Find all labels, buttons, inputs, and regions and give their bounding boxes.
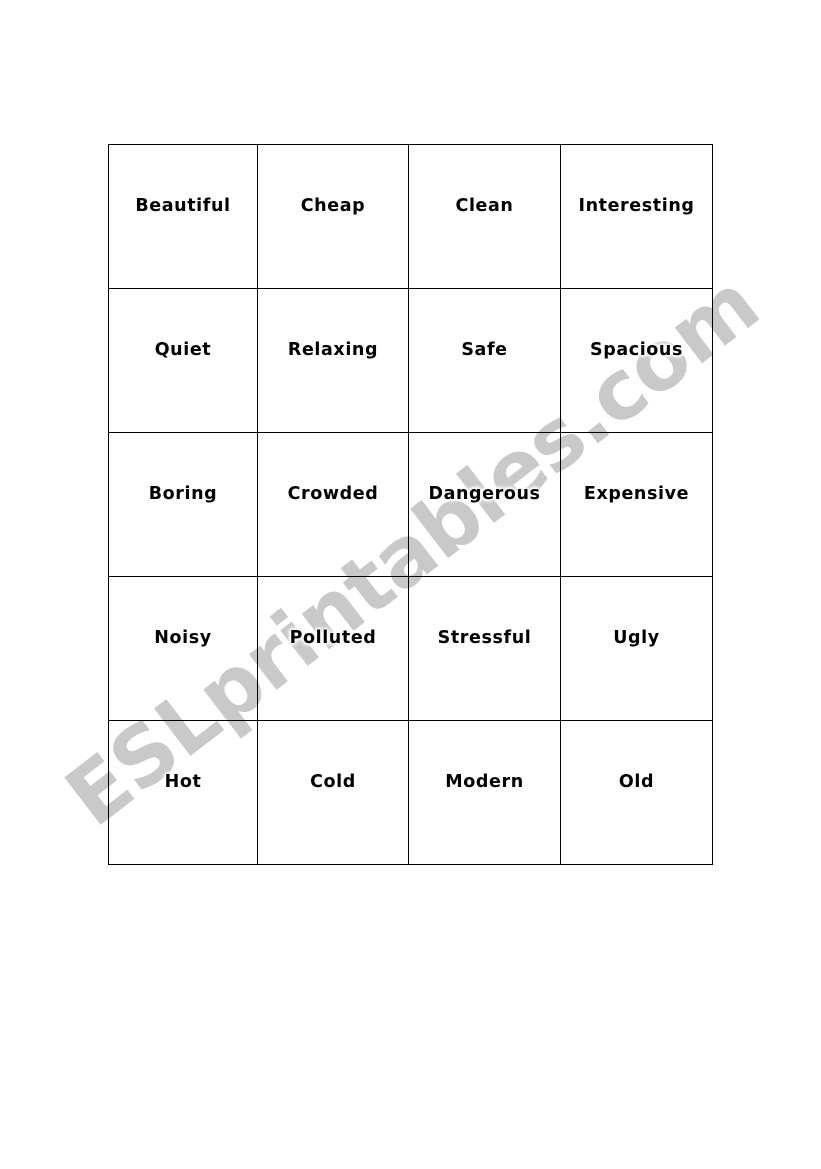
word-card-label: Relaxing <box>287 339 379 360</box>
word-card[interactable]: Spacious <box>560 288 713 433</box>
word-card-label: Cheap <box>300 195 366 216</box>
word-card-label: Dangerous <box>428 483 541 504</box>
table-row: Beautiful Cheap Clean Interesting <box>108 144 713 289</box>
word-card-label: Quiet <box>154 339 212 360</box>
word-card-label: Spacious <box>589 339 683 360</box>
word-card[interactable]: Ugly <box>560 576 713 721</box>
word-card[interactable]: Interesting <box>560 144 713 289</box>
word-card[interactable]: Crowded <box>257 432 409 577</box>
word-card-label: Safe <box>461 339 508 360</box>
word-card[interactable]: Relaxing <box>257 288 409 433</box>
word-card-label: Interesting <box>578 195 695 216</box>
word-card-label: Cold <box>310 771 356 792</box>
word-card[interactable]: Safe <box>408 288 561 433</box>
word-card[interactable]: Boring <box>108 432 258 577</box>
word-card-label: Stressful <box>437 627 532 648</box>
word-card[interactable]: Dangerous <box>408 432 561 577</box>
word-card-label: Noisy <box>154 627 212 648</box>
word-card-label: Modern <box>445 771 524 792</box>
word-card-label: Crowded <box>287 483 379 504</box>
word-card[interactable]: Polluted <box>257 576 409 721</box>
table-row: Hot Cold Modern Old <box>108 720 713 865</box>
table-row: Boring Crowded Dangerous Expensive <box>108 432 713 577</box>
word-card[interactable]: Stressful <box>408 576 561 721</box>
word-card-label: Boring <box>148 483 218 504</box>
word-card[interactable]: Beautiful <box>108 144 258 289</box>
word-card[interactable]: Cheap <box>257 144 409 289</box>
word-card[interactable]: Hot <box>108 720 258 865</box>
word-card[interactable]: Expensive <box>560 432 713 577</box>
word-card[interactable]: Cold <box>257 720 409 865</box>
word-card[interactable]: Modern <box>408 720 561 865</box>
word-card-label: Ugly <box>613 627 660 648</box>
word-card-label: Expensive <box>583 483 690 504</box>
worksheet-page: ESLprintables.com Beautiful Cheap Clean … <box>0 0 821 1169</box>
word-card-label: Polluted <box>289 627 377 648</box>
word-card[interactable]: Noisy <box>108 576 258 721</box>
word-card[interactable]: Old <box>560 720 713 865</box>
word-card-label: Beautiful <box>135 195 231 216</box>
table-row: Quiet Relaxing Safe Spacious <box>108 288 713 433</box>
word-card-label: Old <box>618 771 655 792</box>
word-card-table: Beautiful Cheap Clean Interesting Quiet … <box>108 144 713 865</box>
word-card[interactable]: Clean <box>408 144 561 289</box>
word-card-label: Hot <box>164 771 202 792</box>
word-card-label: Clean <box>455 195 514 216</box>
word-card[interactable]: Quiet <box>108 288 258 433</box>
table-row: Noisy Polluted Stressful Ugly <box>108 576 713 721</box>
